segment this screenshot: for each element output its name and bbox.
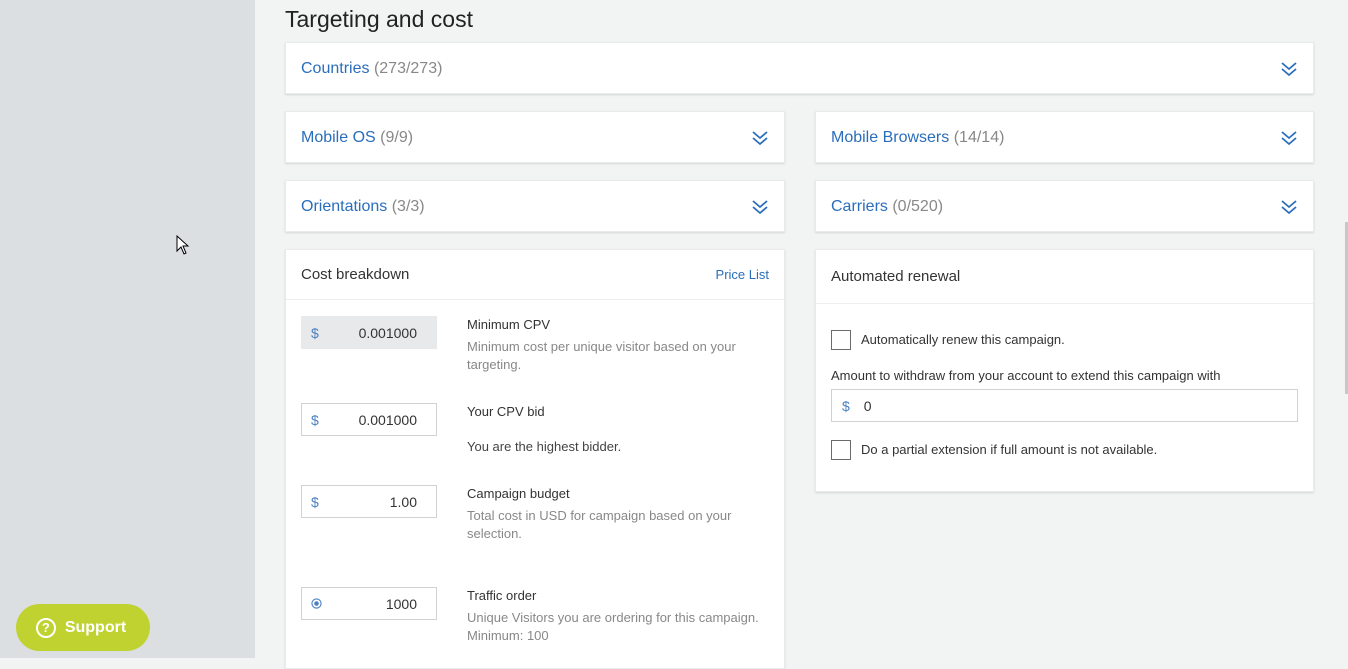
dollar-icon: $ [311,493,319,510]
cost-breakdown-card: Cost breakdown Price List $ 0.001000 Min… [285,249,785,669]
min-cpv-desc: Minimum cost per unique visitor based on… [467,339,736,372]
sidebar: ? Support [0,0,255,658]
help-icon: ? [35,617,56,638]
automated-renewal-card: Automated renewal Automatically renew th… [815,249,1314,492]
double-chevron-down-icon[interactable] [1280,129,1298,147]
orientations-label: Orientations [301,197,388,215]
orientations-accordion[interactable]: Orientations (3/3) [285,180,785,232]
mobile-browsers-label: Mobile Browsers [831,128,950,146]
cpv-bid-input[interactable]: $ 0.001000 [301,403,437,436]
dollar-icon: $ [311,411,319,428]
min-cpv-field: $ 0.001000 [301,316,437,349]
support-button[interactable]: ? Support [16,604,150,651]
carriers-label: Carriers [831,197,888,215]
renew-amount-label: Amount to withdraw from your account to … [831,368,1221,383]
dollar-icon: $ [842,397,850,414]
cpv-bid-desc: You are the highest bidder. [467,439,622,454]
mouse-cursor-icon [176,235,190,255]
partial-extension-checkbox[interactable] [831,440,851,460]
countries-label: Countries [301,59,370,77]
mobile-browsers-accordion[interactable]: Mobile Browsers (14/14) [815,111,1314,163]
min-cpv-label: Minimum CPV [467,317,551,332]
renew-amount-input[interactable]: $ 0 [831,389,1298,422]
traffic-input[interactable]: 1000 [301,587,437,620]
cpv-bid-label: Your CPV bid [467,404,545,419]
budget-value: 1.00 [389,493,417,510]
price-list-link[interactable]: Price List [716,267,769,282]
mobile-os-count: (9/9) [380,128,414,146]
target-icon [311,598,322,609]
min-cpv-value: 0.001000 [358,324,417,341]
partial-extension-label: Do a partial extension if full amount is… [861,442,1158,457]
cost-breakdown-title: Cost breakdown [301,266,410,283]
budget-desc: Total cost in USD for campaign based on … [467,508,732,541]
traffic-value: 1000 [385,595,417,612]
auto-renew-checkbox[interactable] [831,330,851,350]
mobile-os-label: Mobile OS [301,128,376,146]
countries-accordion[interactable]: Countries (273/273) [285,42,1314,94]
auto-renew-label: Automatically renew this campaign. [861,332,1065,347]
mobile-browsers-count: (14/14) [953,128,1005,146]
budget-label: Campaign budget [467,486,570,501]
support-label: Support [64,618,127,636]
orientations-count: (3/3) [391,197,425,215]
automated-renewal-title: Automated renewal [831,268,961,285]
double-chevron-down-icon[interactable] [1280,198,1298,216]
double-chevron-down-icon[interactable] [751,129,769,147]
renew-amount-value: 0 [863,397,872,414]
section-title: Targeting and cost [285,6,473,32]
traffic-desc: Unique Visitors you are ordering for thi… [467,610,759,643]
dollar-icon: $ [311,324,319,341]
double-chevron-down-icon[interactable] [751,198,769,216]
countries-count: (273/273) [373,59,443,77]
main-content: Targeting and cost Countries (273/273) M… [255,0,1348,669]
traffic-label: Traffic order [467,588,537,603]
cpv-bid-value: 0.001000 [358,411,417,428]
carriers-accordion[interactable]: Carriers (0/520) [815,180,1314,232]
budget-input[interactable]: $ 1.00 [301,485,437,518]
double-chevron-down-icon[interactable] [1280,60,1298,78]
mobile-os-accordion[interactable]: Mobile OS (9/9) [285,111,785,163]
carriers-count: (0/520) [892,197,944,215]
